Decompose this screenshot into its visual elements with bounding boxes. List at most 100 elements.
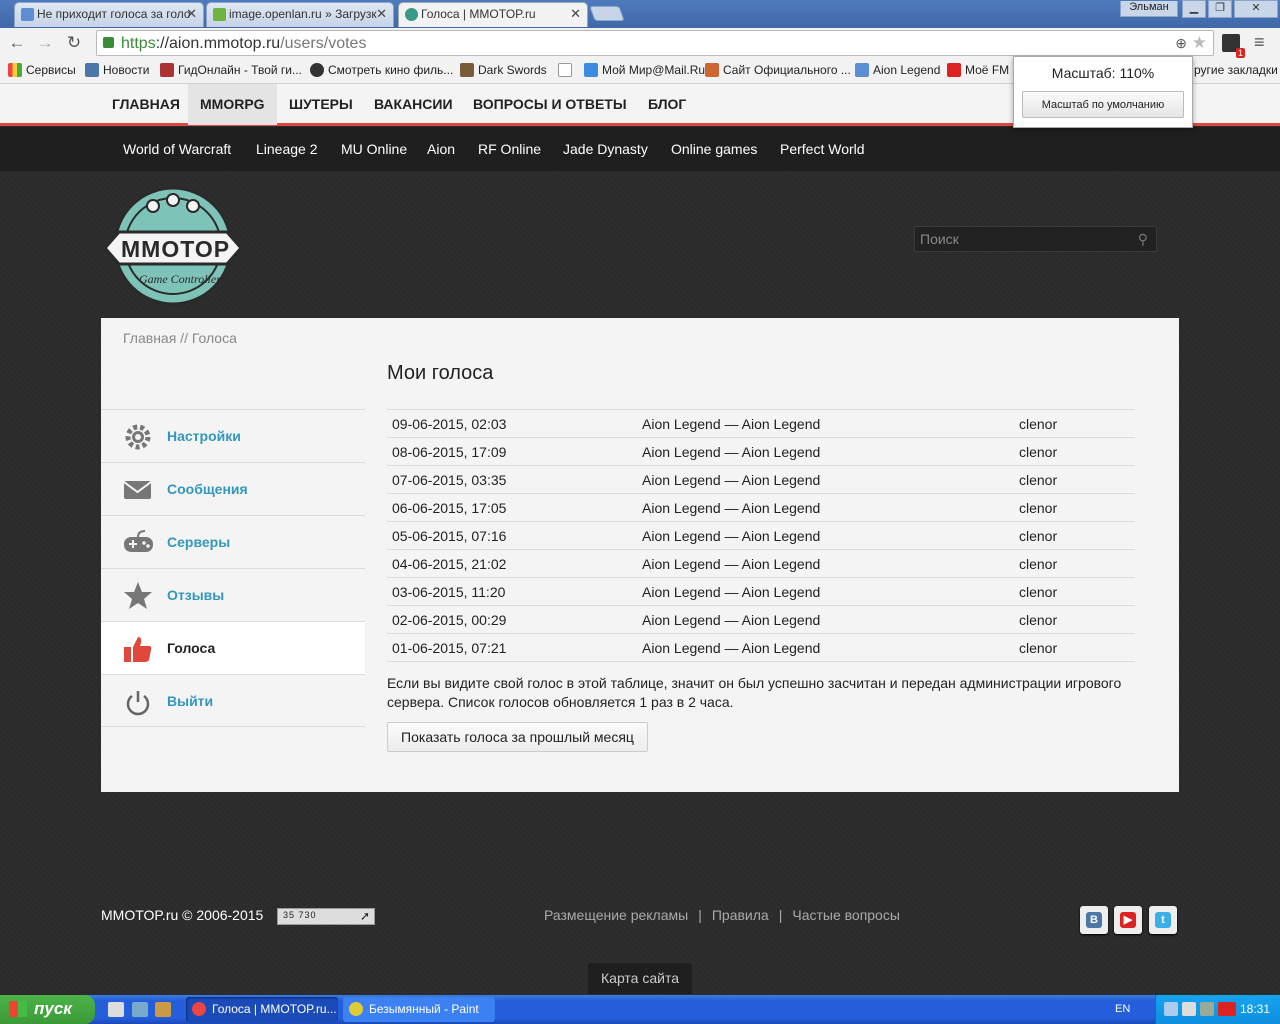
vote-date: 03-06-2015, 11:20 (387, 577, 637, 606)
game-nav-item[interactable]: MU Online (341, 141, 407, 157)
new-tab-button[interactable] (589, 6, 625, 21)
table-row: 01-06-2015, 07:21 Aion Legend — Aion Lege… (387, 633, 1135, 662)
table-row: 07-06-2015, 03:35 Aion Legend — Aion Lege… (387, 465, 1135, 494)
browser-tab-active[interactable]: Голоса | MMOTOP.ru ✕ (398, 2, 588, 27)
sidebar-item-reviews[interactable]: Отзывы (101, 568, 365, 621)
youtube-glyph: ▶ (1120, 912, 1136, 928)
bookmark-item[interactable] (558, 63, 576, 77)
reset-zoom-button[interactable]: Масштаб по умолчанию (1022, 91, 1184, 118)
game-nav-item[interactable]: World of Warcraft (123, 141, 231, 157)
network-icon[interactable] (1164, 1002, 1178, 1016)
bookmark-item[interactable]: Сервисы (8, 63, 76, 77)
game-nav-item[interactable]: Jade Dynasty (563, 141, 648, 157)
sidebar-item-label: Серверы (167, 534, 231, 550)
sidebar-item-servers[interactable]: Серверы (101, 515, 365, 568)
logo-tagline: Game Controller (139, 272, 221, 286)
browser-tab[interactable]: Не приходит голоса за голо ✕ (14, 2, 204, 27)
footer-link-ads[interactable]: Размещение рекламы (544, 907, 688, 923)
bookmark-item[interactable]: Мой Мир@Mail.Ru (584, 63, 705, 77)
bookmark-item[interactable]: Aion Legend (855, 63, 940, 77)
game-nav-item[interactable]: Aion (427, 141, 455, 157)
close-window-button[interactable]: ✕ (1234, 0, 1278, 18)
youtube-icon[interactable]: ▶ (1114, 906, 1142, 934)
breadcrumb[interactable]: Главная // Голоса (123, 330, 237, 346)
sitemap-link[interactable]: Карта сайта (588, 963, 692, 994)
footer-link-faq[interactable]: Частые вопросы (792, 907, 900, 923)
nav-item-qa[interactable]: ВОПРОСЫ И ОТВЕТЫ (473, 84, 627, 125)
nav-item-jobs[interactable]: ВАКАНСИИ (374, 84, 453, 125)
start-button[interactable]: пуск (0, 995, 95, 1024)
face-icon (310, 63, 324, 77)
nav-item-blog[interactable]: БЛОГ (648, 84, 686, 125)
upload-icon (213, 8, 226, 21)
nav-item-home[interactable]: ГЛАВНАЯ (112, 84, 180, 125)
ati-icon[interactable] (1218, 1002, 1236, 1016)
footer-links: Размещение рекламы | Правила | Частые вопрос… (544, 907, 900, 923)
prev-month-button[interactable]: Показать голоса за прошлый месяц (387, 722, 648, 752)
vote-server: Aion Legend — Aion Legend (637, 409, 1014, 438)
footer-link-rules[interactable]: Правила (712, 907, 769, 923)
other-bookmarks[interactable]: ругие закладки (1194, 63, 1278, 77)
zoom-icon[interactable]: ⊕ (1175, 35, 1187, 52)
game-nav-item[interactable]: Perfect World (780, 141, 865, 157)
bookmark-item[interactable]: Новости (85, 63, 149, 77)
browser-tab[interactable]: image.openlan.ru » Загрузк ✕ (206, 2, 394, 27)
language-indicator[interactable]: EN (1115, 1003, 1130, 1015)
envelope-icon (123, 475, 153, 505)
forward-icon[interactable]: → (34, 32, 56, 54)
search-placeholder: Поиск (920, 231, 959, 247)
game-nav-item[interactable]: Lineage 2 (256, 141, 318, 157)
taskbar-window-paint[interactable]: Безымянный - Paint (343, 997, 495, 1022)
media-icon[interactable] (155, 1002, 171, 1017)
sidebar-item-settings[interactable]: Настройки (101, 409, 365, 462)
twitter-icon[interactable]: t (1149, 906, 1177, 934)
bookmark-item[interactable]: Смотреть кино филь... (310, 63, 453, 77)
tray-app-icon[interactable] (1200, 1002, 1214, 1016)
table-row: 04-06-2015, 21:02 Aion Legend — Aion Lege… (387, 549, 1135, 578)
minimize-button[interactable]: ▁ (1182, 0, 1206, 18)
vk-icon[interactable]: В (1080, 906, 1108, 934)
v-icon (947, 63, 961, 77)
sidebar-item-label: Голоса (167, 640, 216, 656)
votes-table: 09-06-2015, 02:03 Aion Legend — Aion Lege… (387, 409, 1135, 662)
site-logo[interactable]: MMOTOP Game Controller (103, 186, 243, 306)
bookmark-item[interactable]: Моё FM R (947, 63, 1021, 77)
bookmark-item[interactable]: ГидОнлайн - Твой ги... (160, 63, 302, 77)
menu-icon[interactable]: ≡ (1254, 32, 1265, 53)
close-icon[interactable]: ✕ (570, 6, 581, 22)
profile-name[interactable]: Эльман (1120, 1, 1178, 17)
system-tray: 18:31 (1155, 995, 1280, 1024)
vote-user: clenor (1014, 577, 1135, 606)
table-row: 03-06-2015, 11:20 Aion Legend — Aion Lege… (387, 577, 1135, 606)
bookmark-item[interactable]: Сайт Официального ... (705, 63, 851, 77)
maximize-button[interactable]: ❐ (1208, 0, 1232, 18)
address-bar[interactable]: https://aion.mmotop.ru/users/votes ⊕ ★ (96, 30, 1214, 56)
browser-quicklaunch-icon[interactable] (132, 1002, 148, 1017)
bookmark-item[interactable]: Dark Swords (460, 63, 547, 77)
close-icon[interactable]: ✕ (186, 6, 197, 22)
game-nav-item[interactable]: RF Online (478, 141, 541, 157)
extension-icon[interactable]: 1 (1222, 34, 1245, 58)
sidebar-item-votes[interactable]: Голоса (101, 621, 365, 674)
back-icon[interactable]: ← (6, 32, 28, 54)
vote-date: 09-06-2015, 02:03 (387, 409, 637, 438)
volume-icon[interactable] (1182, 1002, 1196, 1016)
chrome-icon (192, 1002, 206, 1016)
vote-user: clenor (1014, 605, 1135, 634)
search-input[interactable]: Поиск ⚲ (914, 226, 1157, 252)
sidebar-item-messages[interactable]: Сообщения (101, 462, 365, 515)
table-row: 06-06-2015, 17:05 Aion Legend — Aion Lege… (387, 493, 1135, 522)
nav-item-mmorpg[interactable]: MMORPG (188, 84, 277, 125)
swords-icon (460, 63, 474, 77)
taskbar-window-chrome[interactable]: Голоса | MMOTOP.ru... (186, 997, 338, 1022)
visitor-counter[interactable]: 35 730 ➚ (277, 908, 375, 925)
vote-user: clenor (1014, 465, 1135, 494)
nav-item-shooters[interactable]: ШУТЕРЫ (289, 84, 353, 125)
close-icon[interactable]: ✕ (376, 6, 387, 22)
reload-icon[interactable]: ↻ (63, 32, 85, 54)
sidebar-item-logout[interactable]: Выйти (101, 674, 365, 727)
bookmark-star-icon[interactable]: ★ (1192, 33, 1207, 53)
search-icon[interactable]: ⚲ (1138, 231, 1148, 248)
desktop-icon[interactable] (108, 1002, 124, 1017)
game-nav-item[interactable]: Online games (671, 141, 757, 157)
